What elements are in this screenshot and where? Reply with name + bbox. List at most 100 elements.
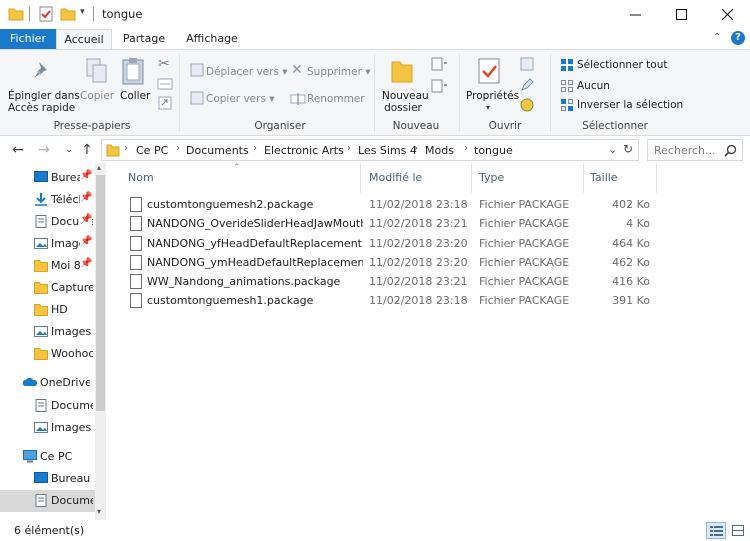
table-row[interactable]: customtonguemesh2.package 11/02/2018 23:… xyxy=(124,195,664,214)
column-header-name[interactable]: Nom xyxy=(128,171,154,184)
nav-item-bureau[interactable]: Bureau 📌 xyxy=(0,167,95,189)
nav-item-telechargements[interactable]: Téléchargements 📌 xyxy=(0,189,95,211)
address-bar[interactable]: › Ce PC › Documents › Electronic Arts › … xyxy=(101,139,639,161)
nav-item-onedrive-documents[interactable]: Documents xyxy=(0,395,95,417)
file-type: Fichier PACKAGE xyxy=(479,275,570,288)
forward-button[interactable]: → xyxy=(35,141,53,159)
select-all-icon xyxy=(561,59,573,71)
nav-item-images[interactable]: Images 📌 xyxy=(0,233,95,255)
table-row[interactable]: WW_Nandong_animations.package 11/02/2018… xyxy=(124,272,664,291)
paste-button[interactable]: Coller xyxy=(120,90,150,102)
copy-button[interactable]: Copier xyxy=(80,90,114,102)
column-divider[interactable] xyxy=(471,163,472,193)
new-folder-icon[interactable] xyxy=(60,6,76,22)
refresh-icon[interactable]: ↻ xyxy=(623,142,633,156)
collapse-ribbon-icon[interactable]: ⌃ xyxy=(713,32,721,43)
edit-icon[interactable] xyxy=(520,78,534,92)
select-all-button[interactable]: Sélectionner tout xyxy=(577,59,667,71)
breadcrumb-mods[interactable]: Mods xyxy=(425,144,454,157)
copy-to-icon xyxy=(190,91,204,105)
back-button[interactable]: ← xyxy=(9,141,27,159)
group-label-ouvrir: Ouvrir xyxy=(488,120,522,132)
nav-item-onedrive[interactable]: OneDrive xyxy=(0,372,90,394)
paste-shortcut-icon[interactable] xyxy=(158,96,172,110)
history-icon[interactable] xyxy=(520,98,534,112)
copy-path-icon[interactable] xyxy=(157,78,173,90)
tab-fichier[interactable]: Fichier xyxy=(0,29,56,49)
nav-item-ce-pc-documents[interactable]: Documents xyxy=(0,490,95,512)
close-button[interactable] xyxy=(704,0,750,29)
up-button[interactable]: ↑ xyxy=(78,141,96,159)
quick-access-dropdown-icon[interactable]: ▾ xyxy=(80,7,85,17)
open-icon[interactable] xyxy=(520,57,534,71)
column-divider[interactable] xyxy=(583,163,584,193)
details-view-icon xyxy=(710,526,723,536)
minimize-button[interactable] xyxy=(612,0,658,29)
nav-item-hd[interactable]: HD xyxy=(0,299,95,321)
nav-item-woohoo[interactable]: Woohoo xyxy=(0,343,95,365)
cut-icon[interactable]: ✂ xyxy=(158,56,170,72)
breadcrumb-ce-pc[interactable]: Ce PC xyxy=(136,144,168,157)
table-row[interactable]: NANDONG_OverideSliderHeadJawMouthSlider.… xyxy=(124,214,664,233)
search-box[interactable]: Recherch... xyxy=(647,139,743,161)
help-icon[interactable]: ? xyxy=(731,31,745,45)
pin-quick-access-button[interactable]: Épingler dans Accès rapide xyxy=(8,90,80,114)
breadcrumb-tongue[interactable]: tongue xyxy=(474,144,513,157)
nav-item-moi-8[interactable]: Moi 8 📌 xyxy=(0,255,95,277)
column-divider[interactable] xyxy=(360,163,361,193)
table-row[interactable]: NANDONG_yfHeadDefaultReplacement1.packag… xyxy=(124,234,664,253)
chevron-down-icon[interactable]: ▾ xyxy=(486,103,490,112)
select-none-button[interactable]: Aucun xyxy=(577,80,610,92)
images-icon xyxy=(34,238,48,249)
documents-icon xyxy=(35,399,47,412)
invert-selection-icon xyxy=(561,99,573,111)
copy-to-button[interactable]: Copier vers ▾ xyxy=(206,93,275,105)
new-item-icon[interactable] xyxy=(430,56,450,72)
address-row: ← → ⌄ ↑ › Ce PC › Documents › Electronic… xyxy=(0,137,750,163)
details-view-button[interactable] xyxy=(706,522,726,539)
breadcrumb-electronic-arts[interactable]: Electronic Arts xyxy=(264,144,344,157)
divider xyxy=(93,7,94,21)
images-icon xyxy=(34,326,48,337)
group-divider xyxy=(374,54,375,132)
chevron-right-icon: › xyxy=(176,143,180,154)
new-folder-button[interactable]: Nouveau dossier xyxy=(382,90,429,114)
easy-access-icon[interactable] xyxy=(430,78,450,94)
nav-item-ce-pc[interactable]: Ce PC xyxy=(0,446,84,468)
breadcrumb-documents[interactable]: Documents xyxy=(186,144,249,157)
nav-item-ce-pc-bureau[interactable]: Bureau xyxy=(0,468,95,490)
table-row[interactable]: customtonguemesh1.package 11/02/2018 23:… xyxy=(124,291,664,310)
folder-icon xyxy=(34,260,48,272)
properties-icon[interactable] xyxy=(38,6,54,22)
tab-partage[interactable]: Partage xyxy=(116,29,172,49)
nav-scrollbar-thumb[interactable] xyxy=(96,175,105,411)
tab-accueil[interactable]: Accueil xyxy=(56,29,112,50)
properties-button[interactable]: Propriétés xyxy=(466,90,519,102)
scroll-down-icon[interactable]: ▾ xyxy=(97,507,101,516)
nav-item-captures[interactable]: Captures xyxy=(0,277,95,299)
move-to-button[interactable]: Déplacer vers ▾ xyxy=(206,66,288,78)
search-input[interactable]: Recherch... xyxy=(654,144,716,157)
tab-affichage[interactable]: Affichage xyxy=(180,29,244,49)
recent-locations-icon[interactable]: ⌄ xyxy=(60,141,78,159)
nav-item-documents[interactable]: Documents 📌 xyxy=(0,211,95,233)
nav-item-onedrive-images[interactable]: Images xyxy=(0,417,95,439)
breadcrumb-les-sims-4[interactable]: Les Sims 4 xyxy=(358,144,417,157)
file-size: 402 Ko xyxy=(612,198,650,211)
file-name: NANDONG_ymHeadDefaultReplacement1.packag… xyxy=(147,256,363,269)
scroll-up-icon[interactable]: ▴ xyxy=(97,163,101,172)
column-divider[interactable] xyxy=(656,163,657,193)
invert-selection-button[interactable]: Inverser la sélection xyxy=(577,99,683,111)
delete-button[interactable]: Supprimer ▾ xyxy=(307,66,371,78)
column-header-type[interactable]: Type xyxy=(479,171,504,184)
address-dropdown-icon[interactable]: ⌄ xyxy=(608,143,617,156)
table-row[interactable]: NANDONG_ymHeadDefaultReplacement1.packag… xyxy=(124,253,664,272)
nav-item-images-2[interactable]: Images xyxy=(0,321,95,343)
file-icon xyxy=(130,293,142,308)
column-header-size[interactable]: Taille xyxy=(590,171,618,184)
column-header-date[interactable]: Modifié le xyxy=(369,171,422,184)
maximize-button[interactable] xyxy=(658,0,704,29)
large-icons-view-button[interactable] xyxy=(729,522,747,539)
rename-button[interactable]: Renommer xyxy=(307,93,365,105)
file-size: 4 Ko xyxy=(626,217,650,230)
